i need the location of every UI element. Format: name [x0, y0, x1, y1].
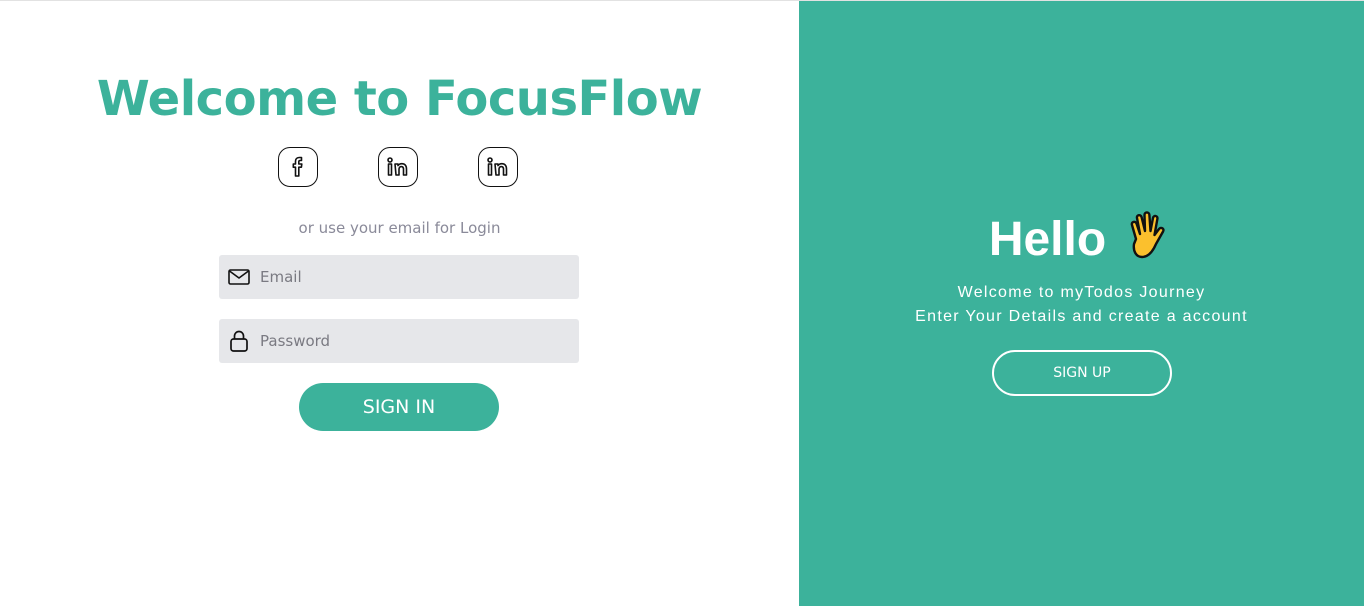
waving-hand-icon — [1122, 209, 1174, 270]
envelope-icon — [227, 265, 251, 289]
linkedin-login-button[interactable] — [378, 147, 418, 187]
email-login-hint: or use your email for Login — [298, 219, 501, 237]
password-input[interactable] — [260, 321, 560, 361]
sign-up-button[interactable]: SIGN UP — [992, 350, 1172, 396]
linkedin-login-button[interactable] — [478, 147, 518, 187]
email-input[interactable] — [260, 257, 560, 297]
hello-heading: Hello — [799, 209, 1364, 270]
page-title: Welcome to FocusFlow — [96, 71, 703, 127]
login-panel: Welcome to FocusFlow or use your email f… — [0, 1, 799, 606]
facebook-login-button[interactable] — [278, 147, 318, 187]
facebook-icon — [292, 156, 303, 177]
sign-in-button[interactable]: SIGN IN — [299, 383, 499, 431]
linkedin-icon — [387, 157, 408, 176]
email-field — [219, 255, 579, 299]
signup-panel: Hello Welcome to myTodos Journey Enter Y… — [799, 1, 1364, 606]
hello-text: Hello — [988, 212, 1107, 266]
welcome-journey-text: Welcome to myTodos Journey — [957, 284, 1206, 301]
social-login-group — [278, 147, 518, 187]
password-field — [219, 319, 579, 363]
create-account-text: Enter Your Details and create a account — [915, 308, 1248, 325]
lock-icon — [227, 329, 251, 353]
page: Welcome to FocusFlow or use your email f… — [0, 0, 1364, 606]
linkedin-icon — [487, 157, 508, 176]
